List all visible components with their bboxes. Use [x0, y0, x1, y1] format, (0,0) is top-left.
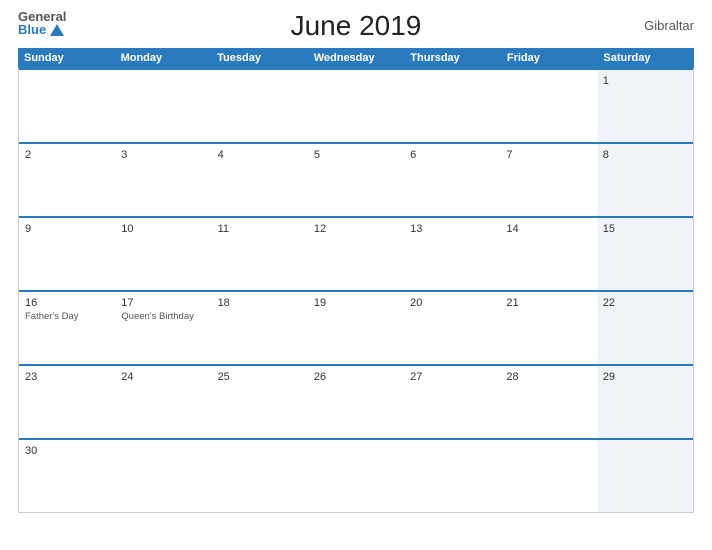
table-row: 14 [500, 218, 596, 290]
cell-event: Queen's Birthday [121, 311, 205, 323]
cell-date: 6 [410, 149, 494, 161]
calendar-grid: 12345678910111213141516Father's Day17Que… [18, 68, 694, 513]
cell-date: 26 [314, 371, 398, 383]
table-row [404, 440, 500, 512]
table-row: 25 [212, 366, 308, 438]
table-row: 1 [597, 70, 693, 142]
cell-date: 7 [506, 149, 590, 161]
table-row: 7 [500, 144, 596, 216]
cell-date: 10 [121, 223, 205, 235]
table-row: 21 [500, 292, 596, 364]
logo: General Blue [18, 10, 66, 36]
cell-date: 17 [121, 297, 205, 309]
table-row: 10 [115, 218, 211, 290]
cell-date: 5 [314, 149, 398, 161]
table-row: 2 [19, 144, 115, 216]
calendar-row-2: 9 10 11 12 13 14 15 [19, 216, 693, 290]
table-row: 30 [19, 440, 115, 512]
cell-date: 11 [218, 223, 302, 235]
table-row: 26 [308, 366, 404, 438]
cell-event: Father's Day [25, 311, 109, 323]
calendar-row-5: 30 [19, 438, 693, 512]
calendar-row-4: 23 24 25 26 27 28 29 [19, 364, 693, 438]
table-row: 28 [500, 366, 596, 438]
table-row: 23 [19, 366, 115, 438]
header-thursday: Thursday [404, 48, 501, 68]
cell-date: 1 [603, 75, 687, 87]
calendar-row-0: 1 [19, 68, 693, 142]
header-saturday: Saturday [597, 48, 694, 68]
cell-date: 25 [218, 371, 302, 383]
table-row: 24 [115, 366, 211, 438]
cell-date: 19 [314, 297, 398, 309]
table-row [115, 70, 211, 142]
cell-date: 2 [25, 149, 109, 161]
header-monday: Monday [115, 48, 212, 68]
calendar-container: General Blue June 2019 Gibraltar Sunday … [0, 0, 712, 550]
calendar-header: General Blue June 2019 Gibraltar [18, 10, 694, 42]
table-row [115, 440, 211, 512]
table-row [19, 70, 115, 142]
cell-date: 30 [25, 445, 109, 457]
country-label: Gibraltar [644, 18, 694, 33]
cell-date: 29 [603, 371, 687, 383]
table-row: 18 [212, 292, 308, 364]
cell-date: 18 [218, 297, 302, 309]
table-row: 11 [212, 218, 308, 290]
cell-date: 20 [410, 297, 494, 309]
cell-date: 4 [218, 149, 302, 161]
table-row: 19 [308, 292, 404, 364]
table-row: 6 [404, 144, 500, 216]
table-row: 15 [597, 218, 693, 290]
table-row: 12 [308, 218, 404, 290]
table-row: 9 [19, 218, 115, 290]
table-row: 5 [308, 144, 404, 216]
table-row [500, 440, 596, 512]
cell-date: 3 [121, 149, 205, 161]
cell-date: 28 [506, 371, 590, 383]
cell-date: 14 [506, 223, 590, 235]
table-row [500, 70, 596, 142]
calendar-row-3: 16 Father's Day 17 Queen's Birthday 18 19 20 21… [19, 290, 693, 364]
table-row [212, 70, 308, 142]
header-tuesday: Tuesday [211, 48, 308, 68]
cell-date: 27 [410, 371, 494, 383]
table-row: 29 [597, 366, 693, 438]
cell-date: 23 [25, 371, 109, 383]
cell-date: 21 [506, 297, 590, 309]
table-row: 27 [404, 366, 500, 438]
cell-date: 16 [25, 297, 109, 309]
table-row: 3 [115, 144, 211, 216]
table-row: 16 Father's Day [19, 292, 115, 364]
calendar-title: June 2019 [291, 10, 422, 42]
cell-date: 12 [314, 223, 398, 235]
table-row: 17 Queen's Birthday [115, 292, 211, 364]
cell-date: 8 [603, 149, 687, 161]
table-row [212, 440, 308, 512]
cell-date: 15 [603, 223, 687, 235]
cell-date: 9 [25, 223, 109, 235]
logo-triangle-icon [50, 24, 64, 36]
table-row: 22 [597, 292, 693, 364]
table-row: 8 [597, 144, 693, 216]
logo-blue-text: Blue [18, 23, 66, 36]
cell-date: 24 [121, 371, 205, 383]
header-wednesday: Wednesday [308, 48, 405, 68]
table-row [308, 70, 404, 142]
table-row: 4 [212, 144, 308, 216]
table-row [597, 440, 693, 512]
calendar-row-1: 23 4567 8 [19, 142, 693, 216]
table-row [308, 440, 404, 512]
cell-date: 22 [603, 297, 687, 309]
header-friday: Friday [501, 48, 598, 68]
table-row: 13 [404, 218, 500, 290]
cell-date: 13 [410, 223, 494, 235]
header-sunday: Sunday [18, 48, 115, 68]
table-row: 20 [404, 292, 500, 364]
day-headers: Sunday Monday Tuesday Wednesday Thursday… [18, 48, 694, 68]
table-row [404, 70, 500, 142]
